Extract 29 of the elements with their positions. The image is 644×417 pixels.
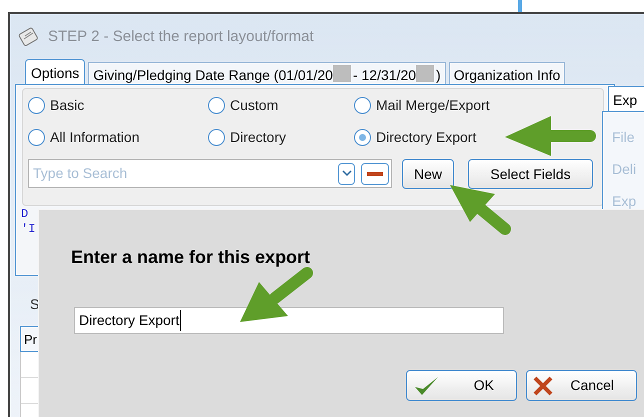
tab[interactable]: Exp — [608, 86, 644, 112]
radio-option[interactable]: Mail Merge/Export — [354, 95, 490, 115]
name-input[interactable]: Directory Export — [74, 307, 504, 334]
tab[interactable]: Giving/Pledging Date Range (01/01/20 - 12/31/20 ) — [88, 62, 446, 84]
window-title: STEP 2 - Select the report layout/format — [48, 26, 314, 47]
annotation-arrow — [450, 185, 511, 235]
field-label: File — [612, 128, 636, 146]
chevron-down-icon — [342, 170, 352, 177]
checkmark-icon — [413, 374, 439, 396]
dialog-prompt: Enter a name for this export — [71, 246, 310, 269]
field-label: Deli — [612, 160, 636, 178]
radio-option[interactable]: Directory — [208, 127, 286, 147]
button[interactable]: Select Fields — [468, 159, 593, 189]
button[interactable]: New — [402, 159, 454, 189]
field-label: Exp — [612, 192, 636, 210]
query-text: 'I — [21, 222, 36, 237]
tab[interactable]: Organization Info — [448, 62, 566, 84]
close-icon — [533, 376, 553, 396]
radio-option[interactable]: All Information — [28, 127, 140, 147]
cancel-button[interactable]: Cancel — [526, 370, 637, 401]
tab[interactable]: Options — [25, 59, 86, 84]
ok-button[interactable]: OK — [406, 370, 517, 401]
radio-option[interactable]: Custom — [208, 95, 278, 115]
query-text: D — [21, 207, 30, 222]
radio-option[interactable]: Directory Export — [354, 127, 476, 147]
radio-option[interactable]: Basic — [28, 95, 84, 115]
minus-icon — [367, 172, 383, 176]
remove-button[interactable] — [361, 162, 389, 184]
dropdown-button[interactable] — [338, 162, 355, 184]
